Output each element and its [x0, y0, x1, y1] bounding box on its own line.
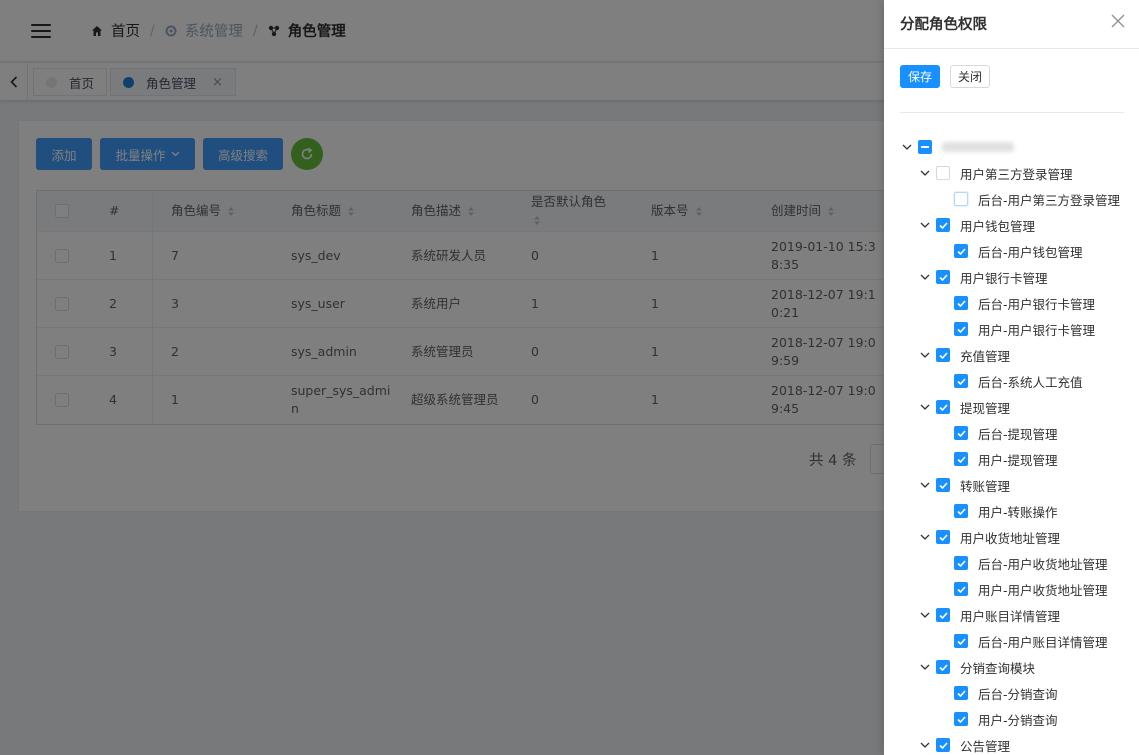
assign-permissions-drawer: 分配角色权限 保存 关闭 用户第三方登录管理 后台-用户第三方登录管理 用户钱包…	[884, 0, 1139, 755]
tree-checkbox[interactable]	[954, 634, 968, 648]
tree-checkbox[interactable]	[954, 322, 968, 336]
permission-tree: 用户第三方登录管理 后台-用户第三方登录管理 用户钱包管理 后台-用户钱包管理 …	[900, 134, 1139, 755]
drawer-divider	[900, 112, 1124, 113]
tree-checkbox[interactable]	[936, 270, 950, 284]
tree-node-label: 提现管理	[960, 400, 1011, 416]
tree-leaf-label: 后台-用户银行卡管理	[978, 296, 1096, 312]
tree-node[interactable]: 用户钱包管理	[900, 212, 1139, 238]
tree-node[interactable]: 用户银行卡管理	[900, 264, 1139, 290]
tree-checkbox[interactable]	[936, 530, 950, 544]
chevron-down-icon[interactable]	[918, 166, 932, 180]
tree-node[interactable]: 转账管理	[900, 472, 1139, 498]
tree-node-label: 用户银行卡管理	[960, 270, 1048, 286]
tree-checkbox[interactable]	[954, 374, 968, 388]
tree-leaf-node[interactable]: 用户-用户收货地址管理	[900, 576, 1139, 602]
tree-checkbox[interactable]	[954, 426, 968, 440]
chevron-down-icon[interactable]	[918, 660, 932, 674]
tree-checkbox[interactable]	[954, 582, 968, 596]
tree-leaf-label: 用户-分销查询	[978, 712, 1058, 728]
tree-leaf-node[interactable]: 用户-用户银行卡管理	[900, 316, 1139, 342]
tree-node-label: 用户第三方登录管理	[960, 166, 1073, 182]
chevron-down-icon[interactable]	[918, 400, 932, 414]
tree-leaf-node[interactable]: 用户-提现管理	[900, 446, 1139, 472]
tree-node[interactable]: 用户账目详情管理	[900, 602, 1139, 628]
tree-leaf-node[interactable]: 用户-转账操作	[900, 498, 1139, 524]
tree-leaf-node[interactable]: 后台-用户账目详情管理	[900, 628, 1139, 654]
tree-checkbox[interactable]	[936, 738, 950, 752]
tree-node-label: 用户账目详情管理	[960, 608, 1061, 624]
tree-leaf-node[interactable]: 后台-提现管理	[900, 420, 1139, 446]
tree-node[interactable]: 分销查询模块	[900, 654, 1139, 680]
chevron-down-icon[interactable]	[918, 348, 932, 362]
chevron-down-icon[interactable]	[918, 608, 932, 622]
tree-node[interactable]: 公告管理	[900, 732, 1139, 755]
tree-root-label-text	[1014, 140, 1018, 155]
tree-checkbox[interactable]	[936, 478, 950, 492]
tree-leaf-label: 后台-用户钱包管理	[978, 244, 1083, 260]
tree-node[interactable]: 充值管理	[900, 342, 1139, 368]
tree-node-label: 公告管理	[960, 738, 1011, 754]
tree-leaf-label: 后台-提现管理	[978, 426, 1058, 442]
chevron-down-icon[interactable]	[900, 140, 914, 154]
tree-checkbox[interactable]	[936, 166, 950, 180]
close-button[interactable]: 关闭	[950, 65, 990, 88]
tree-leaf-label: 后台-系统人工充值	[978, 374, 1083, 390]
chevron-down-icon[interactable]	[918, 530, 932, 544]
save-button[interactable]: 保存	[900, 65, 940, 88]
tree-node[interactable]: 用户收货地址管理	[900, 524, 1139, 550]
tree-leaf-label: 用户-用户银行卡管理	[978, 322, 1096, 338]
tree-checkbox[interactable]	[954, 686, 968, 700]
tree-leaf-label: 后台-用户收货地址管理	[978, 556, 1108, 572]
tree-leaf-node[interactable]: 后台-分销查询	[900, 680, 1139, 706]
tree-node-label: 用户钱包管理	[960, 218, 1036, 234]
tree-node-label: 充值管理	[960, 348, 1011, 364]
close-icon[interactable]	[1110, 13, 1126, 29]
tree-leaf-label: 用户-提现管理	[978, 452, 1058, 468]
tree-leaf-node[interactable]: 后台-系统人工充值	[900, 368, 1139, 394]
tree-leaf-label: 用户-用户收货地址管理	[978, 582, 1108, 598]
tree-leaf-node[interactable]: 用户-分销查询	[900, 706, 1139, 732]
tree-checkbox[interactable]	[954, 296, 968, 310]
tree-checkbox[interactable]	[954, 452, 968, 466]
chevron-down-icon[interactable]	[918, 270, 932, 284]
tree-leaf-node[interactable]: 后台-用户收货地址管理	[900, 550, 1139, 576]
tree-checkbox[interactable]	[954, 192, 968, 206]
tree-leaf-label: 用户-转账操作	[978, 504, 1058, 520]
tree-checkbox[interactable]	[936, 400, 950, 414]
drawer-title: 分配角色权限	[900, 17, 987, 33]
tree-checkbox[interactable]	[936, 660, 950, 674]
tree-leaf-label: 后台-用户账目详情管理	[978, 634, 1108, 650]
tree-checkbox[interactable]	[936, 608, 950, 622]
tree-checkbox[interactable]	[918, 140, 932, 154]
tree-node-label: 用户收货地址管理	[960, 530, 1061, 546]
tree-node[interactable]: 提现管理	[900, 394, 1139, 420]
tree-checkbox[interactable]	[954, 712, 968, 726]
tree-leaf-label: 后台-用户第三方登录管理	[978, 192, 1121, 208]
drawer-divider	[884, 48, 1139, 49]
chevron-down-icon[interactable]	[918, 478, 932, 492]
tree-leaf-label: 后台-分销查询	[978, 686, 1058, 702]
tree-leaf-node[interactable]: 后台-用户第三方登录管理	[900, 186, 1139, 212]
tree-node-label: 分销查询模块	[960, 660, 1036, 676]
tree-node[interactable]: 用户第三方登录管理	[900, 160, 1139, 186]
chevron-down-icon[interactable]	[918, 218, 932, 232]
tree-root-label	[942, 142, 1014, 152]
tree-root-node[interactable]	[900, 134, 1139, 160]
tree-checkbox[interactable]	[936, 348, 950, 362]
tree-leaf-node[interactable]: 后台-用户钱包管理	[900, 238, 1139, 264]
tree-leaf-node[interactable]: 后台-用户银行卡管理	[900, 290, 1139, 316]
tree-checkbox[interactable]	[954, 556, 968, 570]
tree-checkbox[interactable]	[954, 244, 968, 258]
tree-node-label: 转账管理	[960, 478, 1011, 494]
chevron-down-icon[interactable]	[918, 738, 932, 752]
tree-checkbox[interactable]	[936, 218, 950, 232]
tree-checkbox[interactable]	[954, 504, 968, 518]
